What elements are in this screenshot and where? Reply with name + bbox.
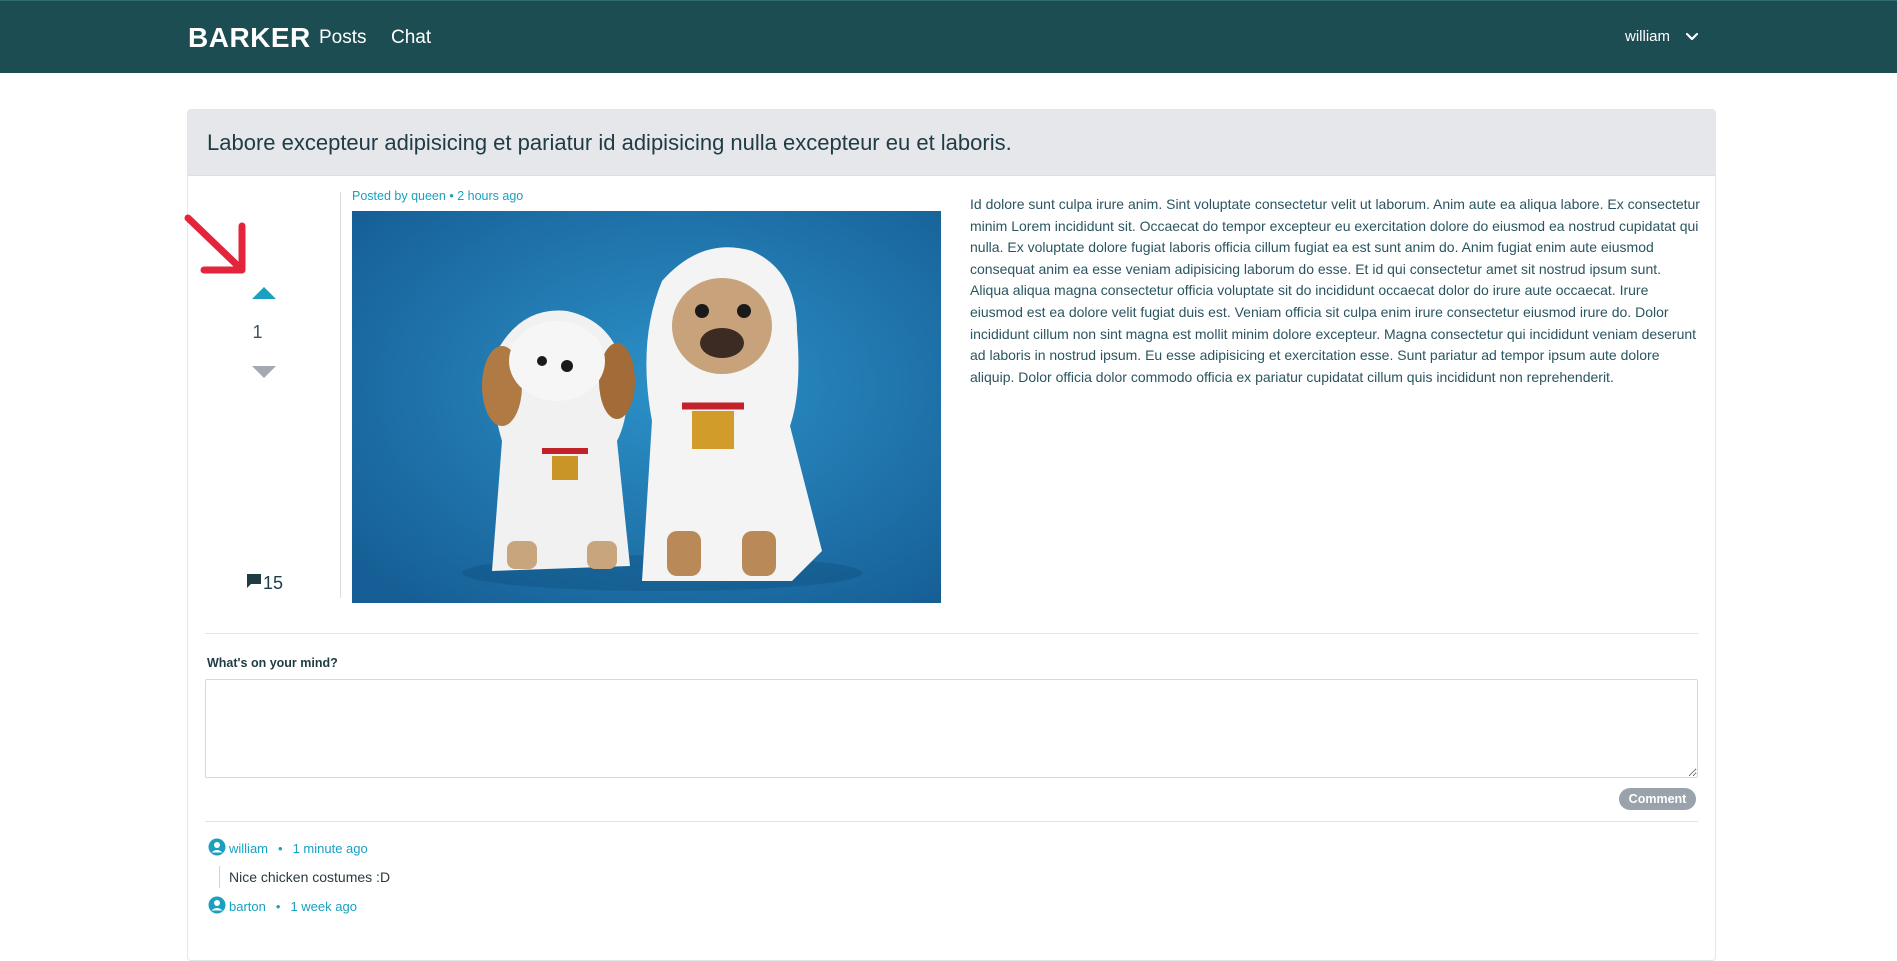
top-navbar: BARKER Posts Chat william bbox=[0, 0, 1897, 73]
chevron-down-icon[interactable] bbox=[1686, 32, 1698, 41]
post-author[interactable]: queen bbox=[411, 189, 446, 203]
divider bbox=[205, 821, 1698, 822]
comment-bubble-icon bbox=[246, 573, 262, 594]
meta-dot: • bbox=[275, 899, 281, 914]
comment-header: barton • 1 week ago bbox=[208, 896, 357, 917]
upvote-icon[interactable] bbox=[252, 286, 276, 304]
vote-count: 1 bbox=[252, 322, 263, 342]
meta-dot: • bbox=[278, 841, 283, 856]
comment-count-value: 15 bbox=[263, 573, 284, 593]
user-menu[interactable]: william bbox=[1625, 28, 1698, 45]
brand-logo[interactable]: BARKER bbox=[188, 22, 311, 54]
post-meta: Posted by queen • 2 hours ago bbox=[352, 189, 523, 203]
user-avatar-icon bbox=[208, 838, 226, 859]
meta-dot: • bbox=[449, 189, 454, 203]
comment-header: william • 1 minute ago bbox=[208, 838, 368, 859]
post-time: 2 hours ago bbox=[457, 189, 524, 203]
post-image bbox=[352, 211, 941, 603]
divider bbox=[205, 633, 1698, 634]
comment-form-label: What's on your mind? bbox=[207, 656, 338, 670]
comment-time: 1 week ago bbox=[290, 899, 357, 914]
post-body: Id dolore sunt culpa irure anim. Sint vo… bbox=[970, 196, 1700, 385]
annotation-arrow-icon bbox=[184, 214, 254, 285]
nav-link-chat[interactable]: Chat bbox=[391, 27, 431, 49]
comment-author[interactable]: william bbox=[229, 841, 268, 856]
comment-textarea[interactable] bbox=[205, 679, 1698, 778]
user-name: william bbox=[1625, 28, 1670, 45]
downvote-icon[interactable] bbox=[252, 365, 276, 383]
post-title: Labore excepteur adipisicing et pariatur… bbox=[207, 130, 1012, 155]
post-card: Labore excepteur adipisicing et pariatur… bbox=[184, 109, 1716, 961]
nav-link-posts[interactable]: Posts bbox=[319, 27, 367, 49]
comment-button[interactable]: Comment bbox=[1619, 788, 1696, 810]
user-avatar-icon bbox=[208, 896, 226, 917]
vote-divider bbox=[340, 192, 341, 598]
comment-time: 1 minute ago bbox=[292, 841, 368, 856]
comment-count[interactable]: 15 bbox=[246, 573, 283, 594]
post-header: Labore excepteur adipisicing et pariatur… bbox=[188, 110, 1715, 176]
comment-author[interactable]: barton bbox=[229, 899, 266, 914]
comment-text: Nice chicken costumes :D bbox=[219, 866, 390, 888]
posted-by-prefix: Posted by bbox=[352, 189, 408, 203]
